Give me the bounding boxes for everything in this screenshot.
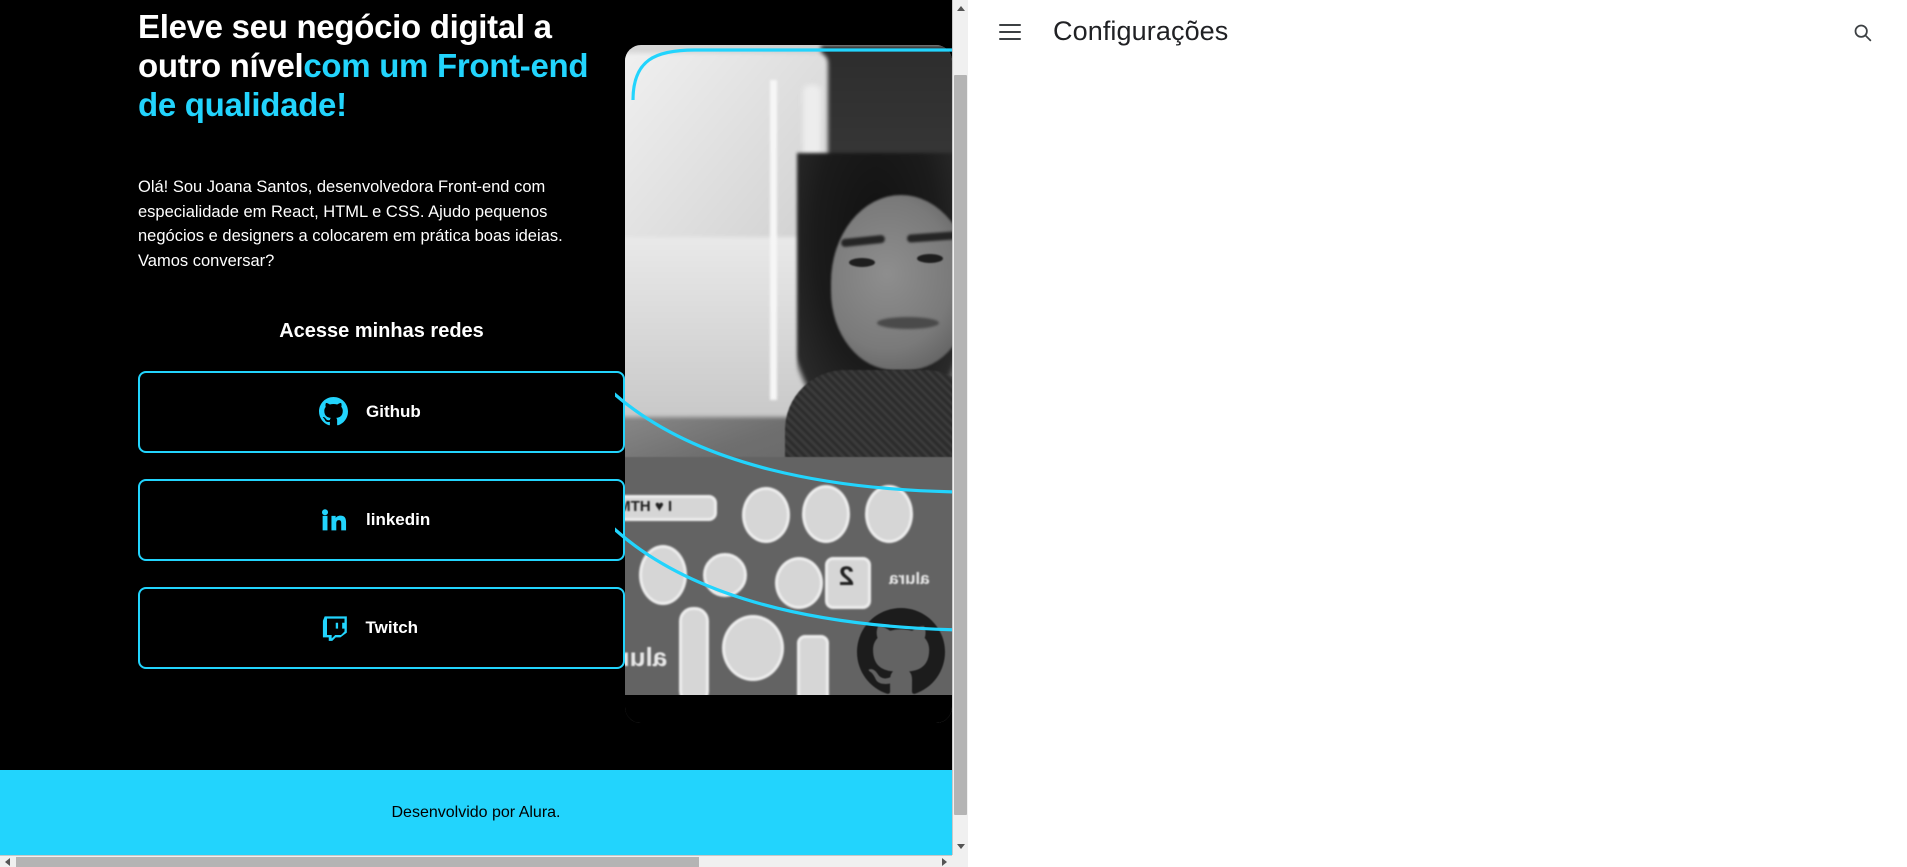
social-link-github[interactable]: Github bbox=[138, 370, 625, 453]
webpage-canvas: Eleve seu negócio digital a outro nívelc… bbox=[0, 0, 952, 855]
social-links-list: Github linkedin Twitch bbox=[138, 370, 625, 669]
search-icon[interactable] bbox=[1845, 15, 1879, 49]
page-title: Configurações bbox=[1053, 15, 1229, 46]
hero-content: Eleve seu negócio digital a outro nívelc… bbox=[0, 0, 630, 770]
vertical-scrollbar[interactable] bbox=[952, 0, 968, 855]
social-heading: Acesse minhas redes bbox=[279, 319, 484, 342]
social-link-label: Twitch bbox=[365, 617, 419, 637]
github-icon bbox=[319, 397, 348, 426]
profile-photo: I ♥ HTML 2 alura alura bbox=[625, 45, 952, 723]
social-link-twitch[interactable]: Twitch bbox=[138, 586, 625, 669]
page-title: Eleve seu negócio digital a outro nívelc… bbox=[138, 8, 608, 125]
hero-section: Eleve seu negócio digital a outro nívelc… bbox=[0, 0, 952, 770]
horizontal-scrollbar-thumb[interactable] bbox=[16, 857, 699, 867]
scroll-right-arrow-icon[interactable] bbox=[937, 856, 952, 867]
scroll-left-arrow-icon[interactable] bbox=[0, 856, 15, 867]
vertical-scrollbar-thumb[interactable] bbox=[954, 75, 967, 815]
page-description: Olá! Sou Joana Santos, desenvolvedora Fr… bbox=[138, 177, 563, 271]
social-link-label: Github bbox=[366, 401, 421, 421]
webpage-viewport: Eleve seu negócio digital a outro nívelc… bbox=[0, 0, 968, 867]
settings-header: Configurações bbox=[968, 0, 1907, 62]
page-footer: Desenvolvido por Alura. bbox=[0, 770, 952, 855]
browser-window: Eleve seu negócio digital a outro nívelc… bbox=[0, 0, 1907, 867]
scroll-down-arrow-icon[interactable] bbox=[953, 838, 968, 855]
horizontal-scrollbar[interactable] bbox=[0, 855, 968, 867]
settings-panel: Configurações Aparência Tema Abrir a Chr… bbox=[968, 0, 1907, 867]
scroll-up-arrow-icon[interactable] bbox=[953, 0, 968, 17]
social-link-linkedin[interactable]: linkedin bbox=[138, 478, 625, 561]
photo-background: I ♥ HTML 2 alura alura bbox=[625, 45, 952, 723]
social-link-label: linkedin bbox=[366, 509, 431, 529]
laptop-with-stickers: I ♥ HTML 2 alura alura bbox=[625, 457, 952, 723]
scrollbar-corner bbox=[952, 855, 968, 867]
linkedin-icon bbox=[319, 505, 348, 534]
twitch-icon bbox=[320, 614, 348, 642]
hamburger-menu-icon[interactable] bbox=[999, 24, 1021, 40]
